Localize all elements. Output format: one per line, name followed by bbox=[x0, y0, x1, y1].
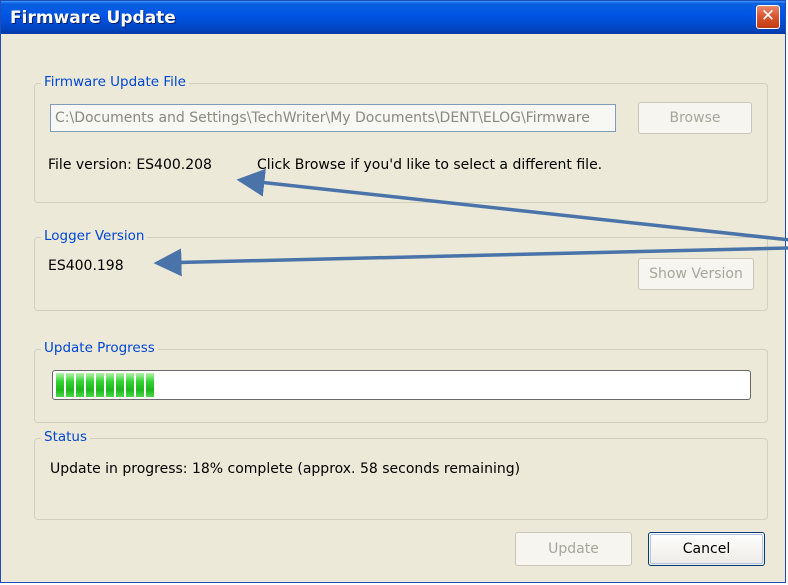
arrow-to-logger-version bbox=[153, 246, 788, 277]
arrow-to-file-version bbox=[236, 168, 788, 242]
annotation-arrows bbox=[153, 168, 788, 277]
